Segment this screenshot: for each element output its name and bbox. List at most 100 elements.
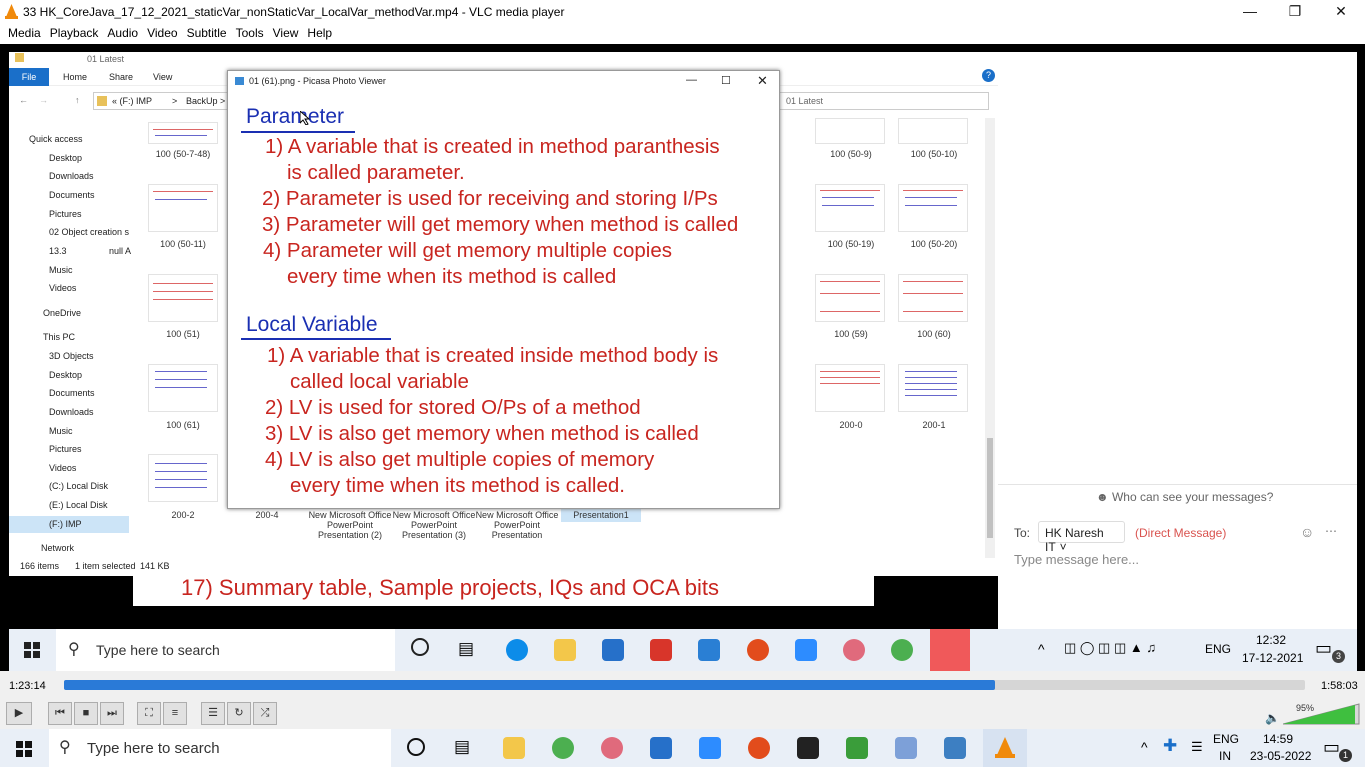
clock-time[interactable]: 14:59 [1263, 732, 1293, 746]
who-can-see-link[interactable]: ☻ Who can see your messages? [1096, 490, 1273, 504]
file-explorer-icon[interactable] [503, 737, 525, 759]
menu-view[interactable]: View [269, 23, 303, 40]
tab-home[interactable]: Home [63, 72, 87, 82]
sidebar-item-this-pc[interactable]: This PC [43, 332, 75, 342]
help-icon[interactable]: ? [982, 69, 995, 82]
clock-date[interactable]: 17-12-2021 [1242, 651, 1303, 665]
file-thumbnail[interactable] [148, 122, 218, 144]
address-bar[interactable]: « (F:) IMP > BackUp > [93, 92, 228, 110]
clock-time[interactable]: 12:32 [1256, 633, 1286, 647]
file-label[interactable]: 200-4 [222, 510, 312, 520]
next-button[interactable]: ⏭ [100, 702, 124, 725]
sidebar-item-music-pc[interactable]: Music [49, 426, 73, 436]
gift-icon[interactable] [650, 639, 672, 661]
explorer-scrollbar[interactable] [985, 118, 995, 558]
sticky-icon[interactable] [797, 737, 819, 759]
extended-settings-button[interactable]: ≡ [163, 702, 187, 725]
stop-button[interactable]: ■ [74, 702, 98, 725]
active-app-icon[interactable] [930, 629, 970, 671]
sidebar-item-downloads-pc[interactable]: Downloads [49, 407, 94, 417]
back-arrow-icon[interactable]: ← [19, 95, 28, 105]
playlist-button[interactable]: ☰ [201, 702, 225, 725]
snipping-tool-icon[interactable] [601, 737, 623, 759]
sidebar-item-onedrive[interactable]: OneDrive [43, 308, 81, 318]
picasa-minimize-button[interactable]: — [686, 74, 697, 86]
sidebar-item-videos[interactable]: Videos [49, 283, 76, 293]
sidebar-item-desktop-pc[interactable]: Desktop [49, 370, 82, 380]
file-label[interactable]: 100 (61) [138, 420, 228, 430]
address-segment[interactable]: BackUp [186, 96, 218, 106]
explorer-search-input[interactable]: 01 Latest [779, 92, 989, 110]
mail-icon[interactable] [698, 639, 720, 661]
show-hidden-icons[interactable]: ^ [1038, 641, 1045, 657]
task-view-icon[interactable]: ▤ [454, 737, 470, 757]
file-label[interactable]: 100 (59) [806, 329, 896, 339]
menu-help[interactable]: Help [303, 23, 336, 40]
file-label[interactable]: 100 (50-19) [806, 239, 896, 249]
volume-slider[interactable] [1283, 702, 1361, 726]
chat-message-input[interactable]: Type message here... [1014, 552, 1344, 572]
file-thumbnail[interactable] [815, 184, 885, 232]
windows-start-icon[interactable] [16, 741, 32, 757]
sidebar-item-downloads[interactable]: Downloads [49, 171, 94, 181]
store-icon[interactable] [650, 737, 672, 759]
cortana-icon[interactable] [411, 638, 429, 656]
tab-view[interactable]: View [153, 72, 172, 82]
file-thumbnail[interactable] [815, 118, 885, 144]
shuffle-button[interactable]: ⤮ [253, 702, 277, 725]
file-label[interactable]: 100 (50-10) [889, 149, 979, 159]
fullscreen-button[interactable]: ⛶ [137, 702, 161, 725]
menu-video[interactable]: Video [143, 23, 181, 40]
zoom-icon[interactable] [795, 639, 817, 661]
language-indicator[interactable]: ENG [1213, 732, 1239, 746]
snipping-tool-icon[interactable] [843, 639, 865, 661]
file-label[interactable]: 100 (60) [889, 329, 979, 339]
sidebar-item-network[interactable]: Network [41, 543, 74, 553]
store-icon[interactable] [602, 639, 624, 661]
file-thumbnail[interactable] [898, 118, 968, 144]
chrome-icon[interactable] [552, 737, 574, 759]
close-button[interactable]: ✕ [1318, 0, 1364, 23]
file-thumbnail[interactable] [148, 184, 218, 232]
recipient-dropdown[interactable]: HK Naresh IT ˅ [1038, 521, 1125, 554]
show-hidden-icons[interactable]: ^ [1141, 739, 1148, 755]
file-label[interactable]: 100 (50-11) [138, 239, 228, 249]
file-label[interactable]: 200-2 [138, 510, 228, 520]
zoom-icon[interactable] [699, 737, 721, 759]
file-label[interactable]: 200-0 [806, 420, 896, 430]
file-label[interactable]: 100 (50-20) [889, 239, 979, 249]
seek-slider[interactable] [64, 680, 1305, 690]
play-button[interactable]: ▶ [6, 702, 32, 725]
tool-app-icon[interactable] [895, 737, 917, 759]
speaker-icon[interactable]: 🔈 [1265, 711, 1280, 725]
tray-icons[interactable]: ◫ ◯ ◫ ◫ ▲ ♫ [1064, 640, 1156, 656]
windows-start-icon[interactable] [24, 642, 40, 658]
vlc-taskbar-button[interactable] [983, 729, 1027, 767]
file-thumbnail[interactable] [148, 454, 218, 502]
pptx-file-label[interactable]: New Microsoft Office PowerPoint Presenta… [472, 510, 562, 540]
menu-subtitle[interactable]: Subtitle [183, 23, 231, 40]
pptx-file-label[interactable]: New Microsoft Office PowerPoint Presenta… [389, 510, 479, 540]
edge-icon[interactable] [506, 639, 528, 661]
recorded-search-box[interactable]: ⚲ Type here to search [56, 629, 395, 671]
tab-file[interactable]: File [9, 68, 49, 86]
notification-icon[interactable]: ▭ [1323, 737, 1340, 758]
emoji-icon[interactable]: ☺ [1300, 524, 1314, 540]
file-label[interactable]: 100 (51) [138, 329, 228, 339]
language-indicator[interactable]: ENG [1205, 642, 1231, 656]
forward-arrow-icon[interactable]: → [39, 95, 48, 105]
menu-audio[interactable]: Audio [103, 23, 142, 40]
sidebar-item-videos-pc[interactable]: Videos [49, 463, 76, 473]
file-label[interactable]: 100 (50-7-48) [138, 149, 228, 159]
clock-date[interactable]: 23-05-2022 [1250, 749, 1311, 763]
sidebar-item-documents-pc[interactable]: Documents [49, 388, 95, 398]
region-indicator[interactable]: IN [1219, 749, 1231, 763]
sidebar-item-object-creation[interactable]: 02 Object creation s [49, 227, 129, 237]
file-thumbnail[interactable] [148, 364, 218, 412]
menu-media[interactable]: Media [4, 23, 45, 40]
sidebar-item-pictures[interactable]: Pictures [49, 209, 82, 219]
sidebar-item-quick-access[interactable]: Quick access [29, 134, 83, 144]
file-thumbnail[interactable] [898, 184, 968, 232]
wifi-icon[interactable]: ☰ [1191, 739, 1203, 755]
task-view-icon[interactable]: ▤ [458, 639, 474, 659]
